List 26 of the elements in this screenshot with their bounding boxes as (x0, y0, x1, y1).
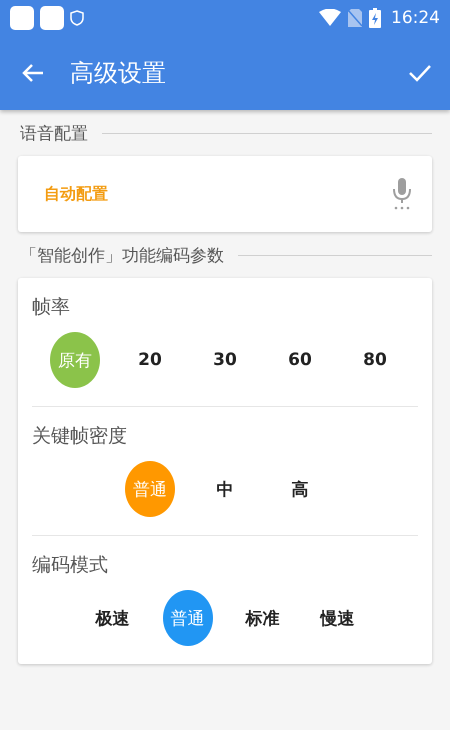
battery-charging-icon (369, 8, 381, 28)
option-button[interactable]: 慢速 (312, 590, 362, 646)
notification-icon (10, 6, 34, 30)
section-header: 语音配置 (20, 122, 88, 144)
group-label: 帧率 (32, 295, 71, 320)
status-time: 16:24 (391, 8, 440, 28)
option-button[interactable]: 极速 (88, 590, 138, 646)
page-title: 高级设置 (70, 58, 167, 89)
option-button[interactable]: 60 (275, 332, 325, 388)
option-button[interactable]: 30 (200, 332, 250, 388)
option-button[interactable]: 20 (125, 332, 175, 388)
voice-setting-value: 自动配置 (44, 184, 108, 204)
confirm-button[interactable] (408, 63, 432, 83)
option-button[interactable]: 80 (350, 332, 400, 388)
group-label: 关键帧密度 (32, 424, 128, 449)
back-button[interactable] (22, 63, 44, 83)
section-header: 「智能创作」功能编码参数 (20, 244, 224, 266)
notification-icon (40, 6, 64, 30)
no-sim-icon (347, 8, 363, 28)
microphone-icon (392, 178, 412, 210)
option-button[interactable]: 中 (200, 461, 250, 517)
wifi-icon (319, 9, 341, 27)
shield-icon (70, 10, 84, 26)
option-button[interactable]: 标准 (238, 590, 288, 646)
option-button[interactable]: 高 (275, 461, 325, 517)
group-label: 编码模式 (32, 553, 109, 578)
